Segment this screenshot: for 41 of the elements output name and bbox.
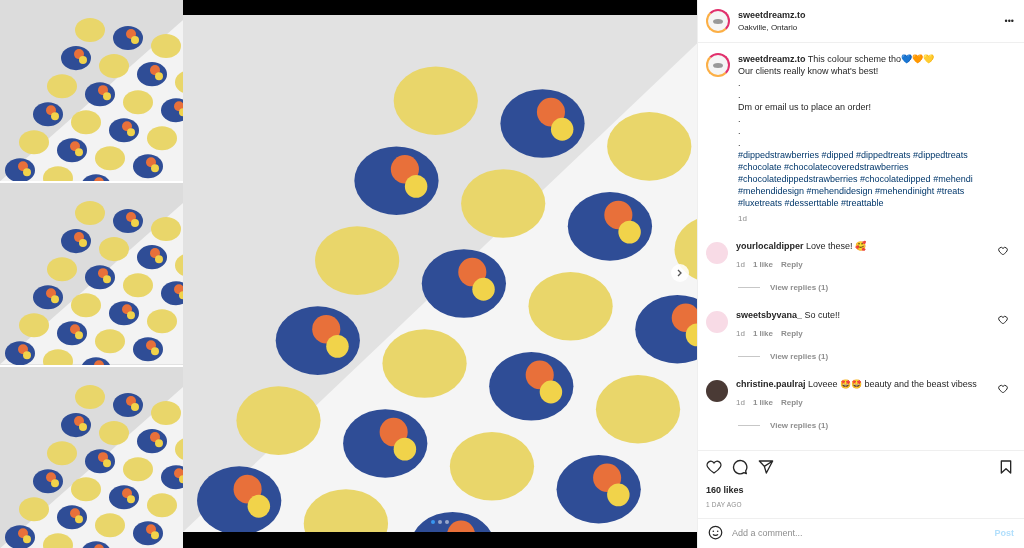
caption-text: . — [738, 137, 742, 149]
comment-text: christine.paulraj Loveee 🤩🤩 beauty and the beast vibess — [736, 378, 978, 390]
avatar[interactable] — [706, 53, 730, 77]
timestamp: 1d — [738, 214, 748, 223]
heart-icon[interactable] — [998, 384, 1008, 394]
caption-text: Dm or email us to place an order! — [738, 101, 873, 113]
comment-likes[interactable]: 1 like — [752, 329, 773, 338]
comment-likes[interactable]: 1 like — [752, 260, 773, 269]
caption-text: . — [738, 77, 742, 89]
caption-text: sweetdreamz.to This colour scheme tho💙🧡💛 — [738, 53, 935, 65]
more-options-button[interactable]: ••• — [1004, 16, 1014, 26]
avatar[interactable] — [706, 9, 730, 33]
caption-text: Our clients really know what's best! — [738, 65, 880, 77]
reply-link[interactable]: Reply — [780, 329, 803, 338]
heart-icon[interactable] — [998, 246, 1008, 256]
comment-text: sweetsbyvana_ So cute!! — [736, 309, 842, 321]
send-icon[interactable] — [758, 459, 774, 475]
comment-bubble-icon[interactable] — [732, 459, 748, 475]
hashtags-text: #dippedstrawberries #dipped #dippedtreats #dippedtreats #chocolate #chocolatecoveredstrawberries #chocolatedippedstrawberries #chocolatedipped #mehendi #mehendidesign #mehendidesign #mehendinight #treats #luxetreats #desserttable #treattable — [738, 149, 974, 209]
bookmark-icon[interactable] — [998, 459, 1014, 475]
location-link[interactable]: Oakville, Ontario — [738, 23, 997, 32]
username-link[interactable]: sweetdreamz.to — [738, 10, 997, 20]
view-replies-link[interactable]: View replies (1) — [770, 283, 829, 292]
reply-link[interactable]: Reply — [780, 260, 803, 269]
chevron-right-icon — [677, 269, 683, 277]
comment-time: 1d — [736, 260, 745, 269]
caption-text: . — [738, 89, 742, 101]
emoji-smiley-icon[interactable] — [708, 525, 723, 540]
like-heart-icon[interactable] — [706, 459, 722, 475]
comment-text: yourlocaldipper Love these! 🥰 — [736, 240, 868, 252]
view-replies-link[interactable]: View replies (1) — [770, 421, 829, 430]
heart-icon[interactable] — [998, 315, 1008, 325]
view-replies-link[interactable]: View replies (1) — [770, 352, 829, 361]
comment-likes[interactable]: 1 like — [752, 398, 773, 407]
comment-time: 1d — [736, 398, 745, 407]
caption-text: . — [738, 125, 742, 137]
likes-count[interactable]: 160 likes — [706, 485, 1014, 495]
comment-time: 1d — [736, 329, 745, 338]
reply-link[interactable]: Reply — [780, 398, 803, 407]
commenter-avatar[interactable] — [706, 380, 728, 402]
caption-text: . — [738, 113, 742, 125]
